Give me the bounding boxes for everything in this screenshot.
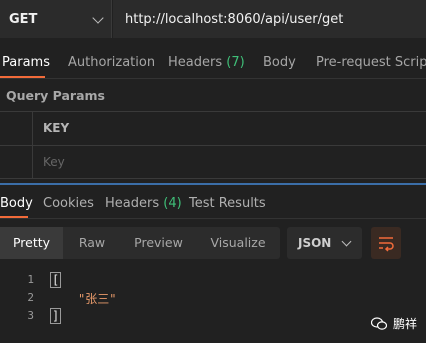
line-number: 1 — [27, 273, 34, 286]
view-preview[interactable]: Preview — [121, 227, 196, 259]
tab-params[interactable]: Params — [2, 48, 50, 78]
tab-headers[interactable]: Headers (7) — [168, 48, 245, 78]
tab-authorization[interactable]: Authorization — [68, 48, 155, 78]
key-column-header: KEY — [43, 121, 70, 135]
row-checkbox[interactable] — [0, 146, 33, 179]
response-tab-body[interactable]: Body — [0, 192, 33, 216]
method-label: GET — [9, 11, 38, 27]
code-line: ] — [50, 308, 62, 324]
response-tab-headers[interactable]: Headers (4) — [105, 192, 182, 216]
line-number: 3 — [27, 309, 34, 322]
method-select[interactable]: GET — [0, 0, 112, 38]
request-bar: GET http://localhost:8060/api/user/get — [0, 0, 426, 40]
format-select[interactable]: JSON — [287, 227, 362, 259]
view-mode-selector: Pretty Raw Preview Visualize — [0, 227, 280, 259]
line-number: 2 — [27, 291, 34, 304]
table-row: Key — [0, 145, 426, 179]
divider — [0, 218, 426, 219]
divider — [0, 78, 426, 79]
url-input[interactable]: http://localhost:8060/api/user/get — [113, 0, 426, 38]
chevron-down-icon — [92, 12, 104, 24]
view-visualize[interactable]: Visualize — [196, 227, 280, 259]
wrap-lines-button[interactable] — [371, 227, 401, 259]
request-tabs: Params Authorization Headers (7) Body Pr… — [0, 48, 426, 78]
format-label: JSON — [298, 236, 332, 250]
tab-body[interactable]: Body — [263, 48, 296, 78]
code-line: "张三" — [78, 292, 117, 306]
table-header-row: KEY — [0, 111, 426, 145]
tab-pre-request-script[interactable]: Pre-request Script — [316, 48, 426, 78]
code-line: [ — [50, 272, 62, 288]
checkbox-column — [0, 112, 33, 145]
response-headers-count: (4) — [163, 196, 182, 211]
view-raw[interactable]: Raw — [63, 227, 121, 259]
pane-splitter[interactable] — [0, 183, 426, 185]
query-params-title: Query Params — [6, 88, 105, 103]
wrap-lines-icon — [379, 237, 394, 252]
watermark-text: 鹏祥 — [393, 317, 418, 331]
view-pretty[interactable]: Pretty — [0, 227, 63, 259]
headers-count: (7) — [226, 55, 245, 70]
query-params-table: KEY Key — [0, 111, 426, 179]
chevron-down-icon — [341, 236, 352, 247]
response-tab-cookies[interactable]: Cookies — [43, 192, 94, 216]
response-tab-test-results[interactable]: Test Results — [189, 192, 266, 216]
key-input[interactable]: Key — [43, 146, 65, 179]
wechat-icon — [371, 317, 387, 330]
watermark: 鹏祥 — [371, 315, 417, 332]
